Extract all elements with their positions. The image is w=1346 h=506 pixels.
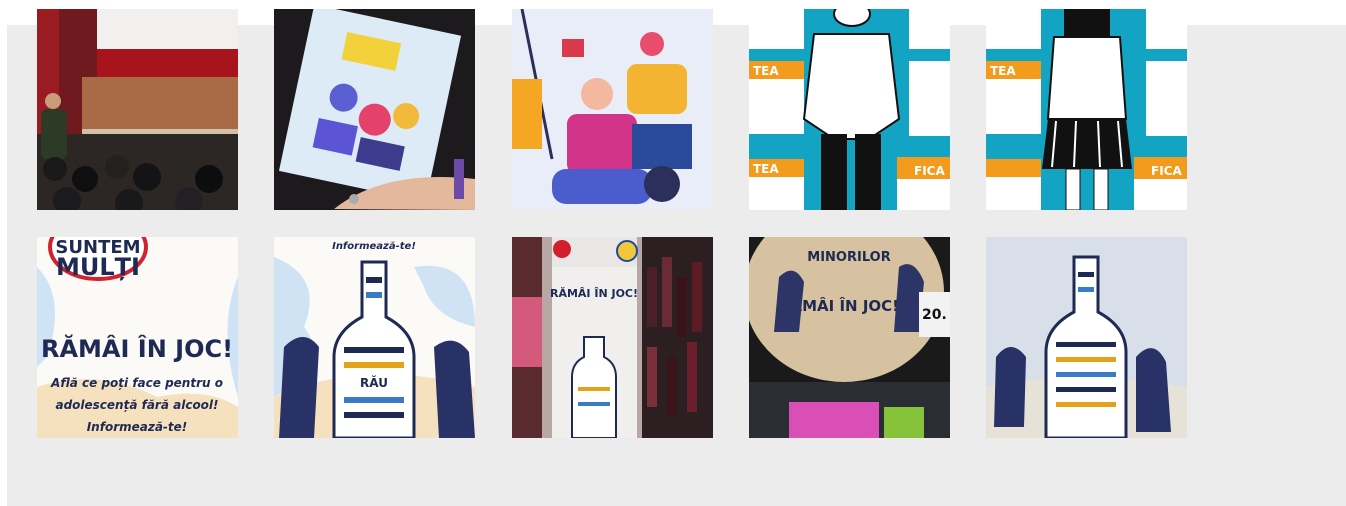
- poster-multi: MULȚI: [56, 253, 140, 281]
- gallery-photo-infographic-boy[interactable]: TEA TEA FICA: [749, 9, 950, 210]
- gallery-photo-campaign-poster[interactable]: SUNTEM MULȚI RĂMÂI ÎN JOC! Află ce poți …: [37, 237, 238, 438]
- gallery-photo-brochure[interactable]: [274, 9, 475, 210]
- display-ramai: RĂMÂI ÎN JOC!: [550, 287, 638, 300]
- gallery-photo-infographic-girl[interactable]: TEA FICA: [986, 9, 1187, 210]
- gallery-photo-lecture[interactable]: [37, 9, 238, 210]
- bottle-word: RĂU: [360, 375, 388, 390]
- infographic-label-tea-2: TEA: [753, 162, 779, 176]
- poster-ramai: RĂMÂI ÎN JOC!: [41, 333, 233, 363]
- poster-afla-2: adolescență fără alcool!: [55, 398, 218, 412]
- gallery-photo-bottle-poster[interactable]: Informează-te! RĂU: [274, 237, 475, 438]
- gallery-photo-store-sign[interactable]: MINORILOR RĂMÂI ÎN JOC! 20.: [749, 237, 950, 438]
- infographic-label-fica-2: FICA: [1151, 164, 1182, 178]
- infographic-label-tea-3: TEA: [990, 64, 1016, 78]
- poster-afla-1: Află ce poți face pentru o: [50, 376, 223, 390]
- infographic-label-tea: TEA: [753, 64, 779, 78]
- gallery-photo-store-display[interactable]: RĂMÂI ÎN JOC!: [512, 237, 713, 438]
- poster-informeaza-2: Informează-te!: [332, 241, 416, 252]
- gallery-photo-illustration[interactable]: [512, 9, 713, 210]
- infographic-label-fica: FICA: [914, 164, 945, 178]
- gallery-photo-bottle-poster-print[interactable]: [986, 237, 1187, 438]
- price-tag: 20.: [922, 307, 947, 323]
- sign-minorilor: MINORILOR: [807, 250, 890, 265]
- poster-informeaza: Informează-te!: [87, 420, 188, 434]
